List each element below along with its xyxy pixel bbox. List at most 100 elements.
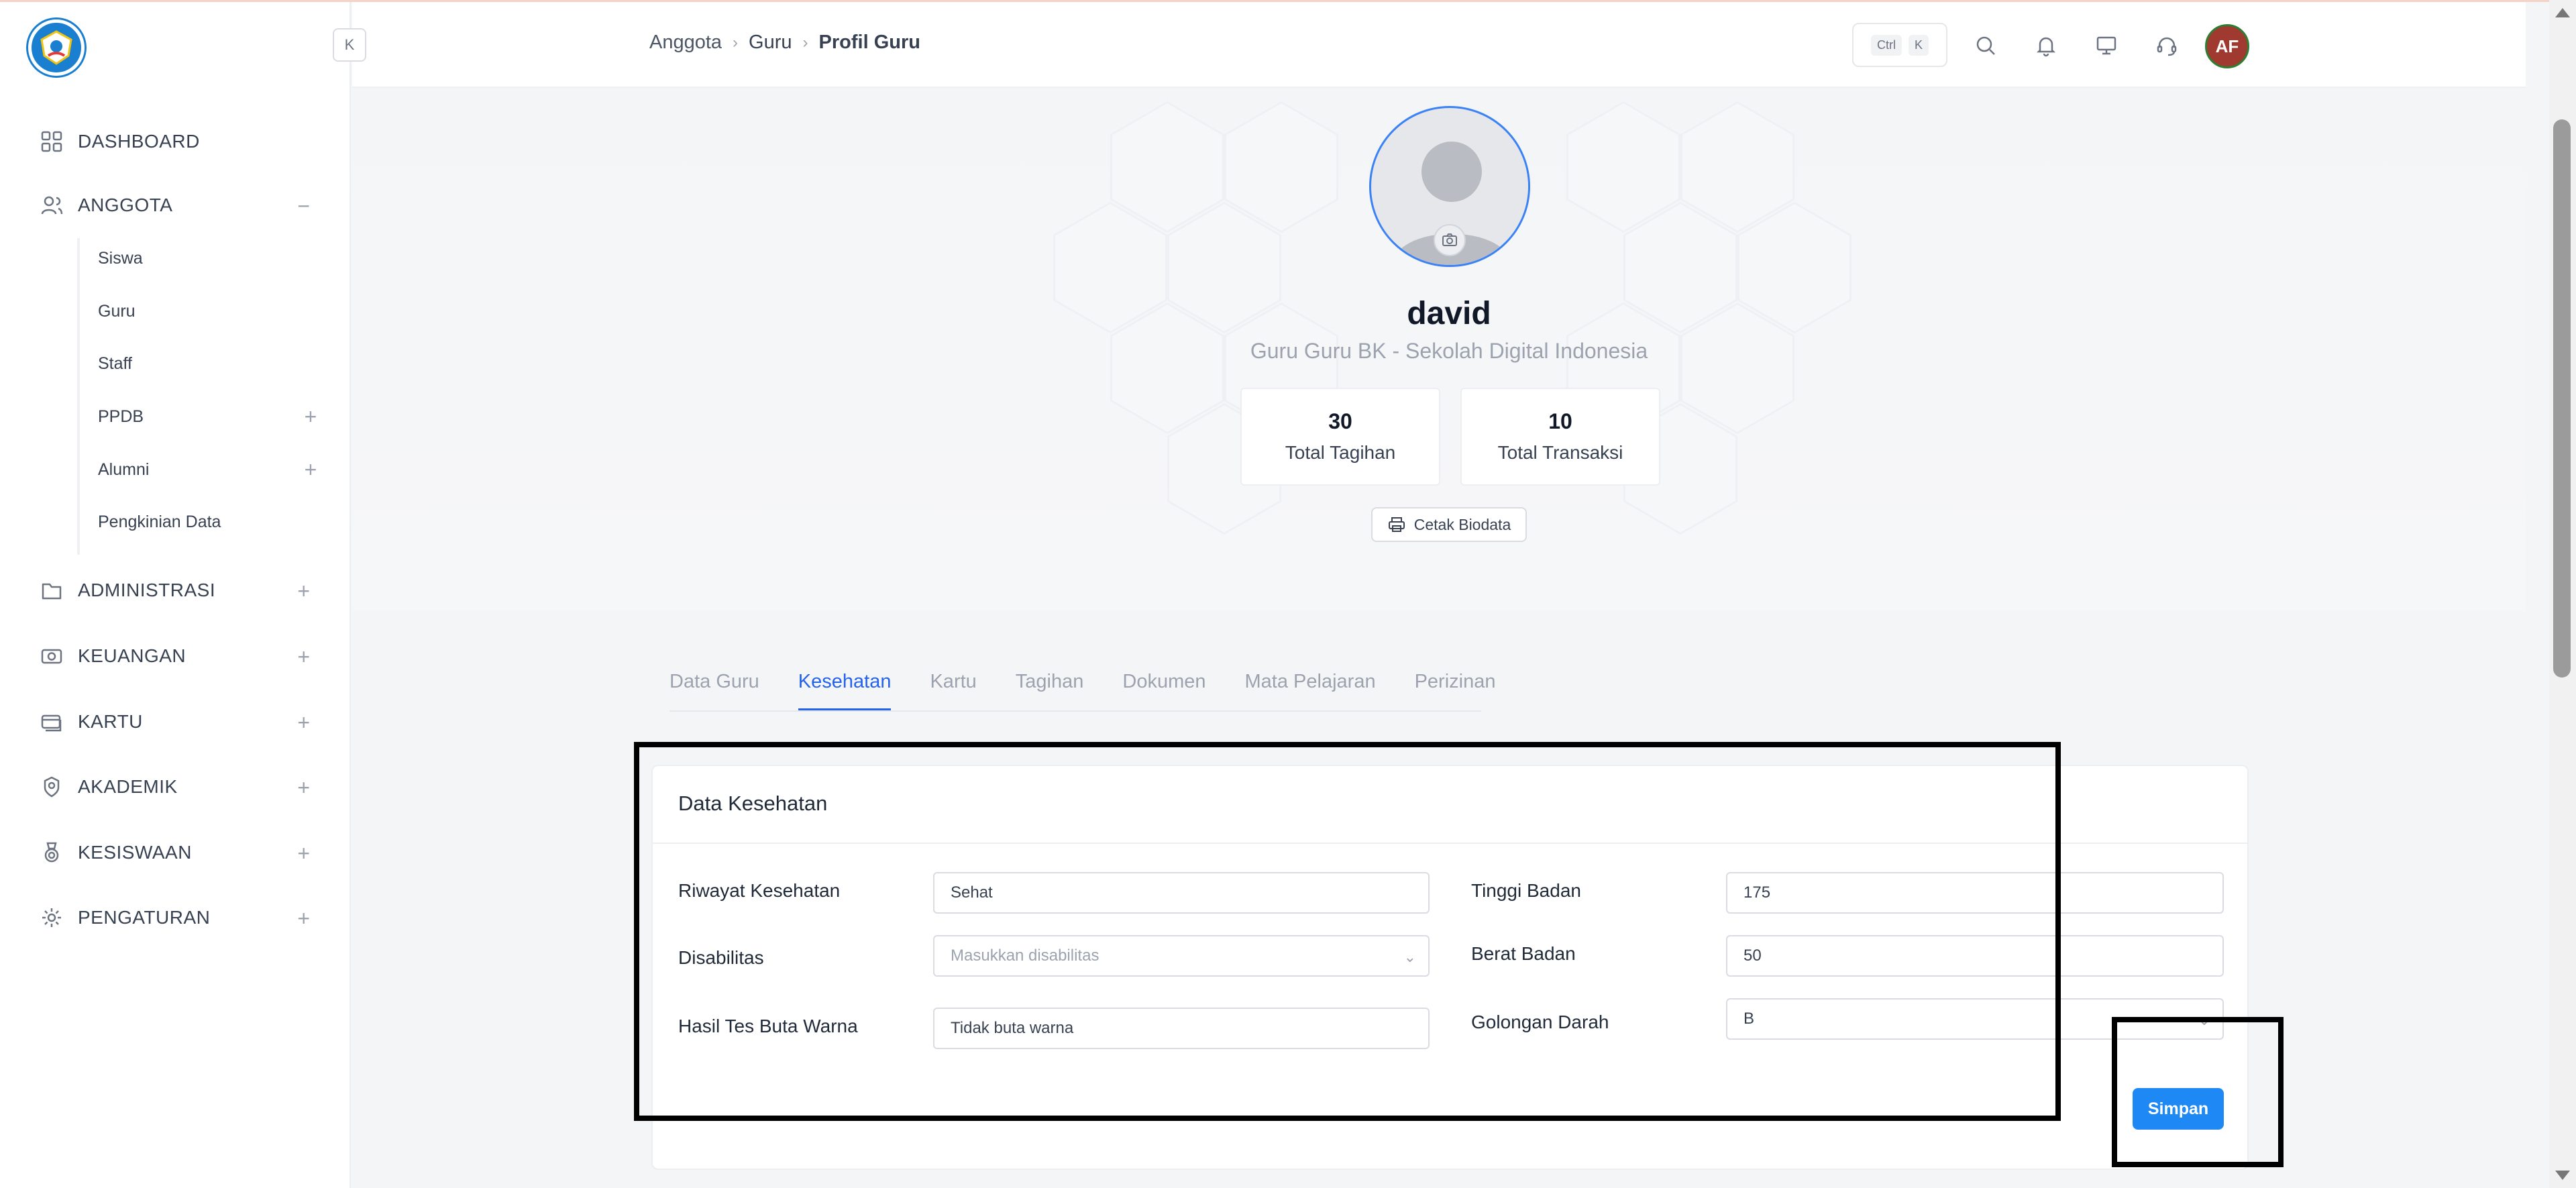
sidebar-subitem-staff[interactable]: Staff: [98, 350, 313, 377]
tabs-divider: [669, 710, 1481, 712]
subitem-label: Guru: [98, 301, 136, 321]
sidebar-item-kartu[interactable]: KARTU +: [39, 705, 310, 739]
chevron-right-icon: ›: [733, 33, 739, 52]
save-button[interactable]: Simpan: [2133, 1088, 2224, 1130]
expand-toggle-icon[interactable]: +: [292, 906, 315, 931]
sidebar-item-label: KESISWAAN: [78, 842, 192, 863]
sidebar-subitem-guru[interactable]: Guru: [98, 298, 313, 325]
scrollbar-thumb[interactable]: [2553, 119, 2571, 678]
breadcrumb-guru[interactable]: Guru: [749, 32, 792, 54]
stat-value: 10: [1548, 409, 1572, 433]
expand-toggle-icon[interactable]: +: [292, 579, 315, 604]
berat-badan-input[interactable]: 50: [1726, 935, 2224, 977]
tinggi-badan-label: Tinggi Badan: [1471, 880, 1581, 901]
sidebar-item-label: ANGGOTA: [78, 195, 173, 215]
subitem-label: Pengkinian Data: [98, 512, 221, 531]
sidebar-item-akademik[interactable]: AKADEMIK +: [39, 770, 310, 804]
camera-money-icon: [39, 643, 64, 669]
expand-toggle-icon[interactable]: +: [299, 404, 322, 429]
sidebar-item-kesiswaan[interactable]: KESISWAAN +: [39, 836, 310, 869]
award-icon: [39, 774, 64, 800]
card-icon: [39, 709, 64, 735]
monitor-icon[interactable]: [2090, 29, 2123, 62]
profile-subtitle: Guru Guru BK - Sekolah Digital Indonesia: [1250, 339, 1648, 363]
headset-icon[interactable]: [2150, 29, 2184, 62]
breadcrumb-anggota[interactable]: Anggota: [649, 32, 722, 54]
tab-kartu[interactable]: Kartu: [930, 665, 976, 711]
sidebar-item-label: AKADEMIK: [78, 776, 178, 797]
tab-tagihan[interactable]: Tagihan: [1016, 665, 1084, 711]
health-data-card: Data Kesehatan Riwayat Kesehatan Sehat D…: [651, 765, 2249, 1170]
chevron-down-icon: ⌄: [2198, 1012, 2210, 1028]
golongan-darah-select[interactable]: B ⌄: [1726, 998, 2224, 1040]
stat-value: 30: [1328, 409, 1352, 433]
sidebar-item-label: KEUANGAN: [78, 645, 186, 666]
tab-dokumen[interactable]: Dokumen: [1122, 665, 1205, 711]
grid-icon: [39, 129, 64, 154]
sidebar-subitem-siswa[interactable]: Siswa: [98, 245, 313, 272]
profile-tabs: Data Guru Kesehatan Kartu Tagihan Dokume…: [669, 665, 1534, 712]
stat-total-transaksi: 10 Total Transaksi: [1460, 388, 1660, 486]
k-key: K: [1908, 34, 1929, 56]
card-divider: [653, 843, 2247, 844]
sidebar-item-label: ADMINISTRASI: [78, 580, 216, 600]
expand-toggle-icon[interactable]: +: [292, 710, 315, 735]
disabilitas-select[interactable]: Masukkan disabilitas ⌄: [933, 935, 1430, 977]
search-shortcut-button[interactable]: Ctrl K: [1852, 23, 1947, 67]
sidebar-item-administrasi[interactable]: ADMINISTRASI +: [39, 574, 310, 607]
sidebar-collapse-button[interactable]: K: [333, 28, 366, 62]
printer-icon: [1388, 517, 1405, 532]
tinggi-badan-input[interactable]: 175: [1726, 872, 2224, 914]
tab-data-guru[interactable]: Data Guru: [669, 665, 759, 711]
sidebar-item-pengaturan[interactable]: PENGATURAN +: [39, 901, 310, 934]
sidebar-item-keuangan[interactable]: KEUANGAN +: [39, 639, 310, 673]
card-title: Data Kesehatan: [678, 792, 828, 815]
buta-warna-label: Hasil Tes Buta Warna: [678, 1016, 858, 1036]
collapse-toggle-icon[interactable]: −: [292, 194, 315, 219]
tab-kesehatan[interactable]: Kesehatan: [798, 665, 892, 711]
sidebar-item-dashboard[interactable]: DASHBOARD: [39, 125, 307, 158]
sidebar-subitem-alumni[interactable]: Alumni +: [98, 456, 317, 483]
ctrl-key: Ctrl: [1870, 34, 1902, 56]
subitem-label: Siswa: [98, 248, 143, 268]
bell-icon[interactable]: [2029, 29, 2063, 62]
subitem-label: Alumni: [98, 460, 150, 479]
breadcrumb: Anggota › Guru › Profil Guru: [649, 32, 920, 54]
search-icon[interactable]: [1969, 29, 2002, 62]
tab-mata-pelajaran[interactable]: Mata Pelajaran: [1245, 665, 1376, 711]
scroll-down-arrow-icon[interactable]: [2555, 1171, 2570, 1180]
riwayat-kesehatan-input[interactable]: Sehat: [933, 872, 1430, 914]
expand-toggle-icon[interactable]: +: [292, 841, 315, 866]
stat-total-tagihan: 30 Total Tagihan: [1240, 388, 1440, 486]
stat-label: Total Tagihan: [1285, 442, 1396, 463]
riwayat-kesehatan-label: Riwayat Kesehatan: [678, 880, 841, 901]
user-avatar[interactable]: AF: [2205, 24, 2249, 68]
sidebar-subitem-ppdb[interactable]: PPDB +: [98, 403, 317, 430]
medal-icon: [39, 840, 64, 865]
sidebar-item-anggota[interactable]: ANGGOTA −: [39, 188, 310, 222]
expand-toggle-icon[interactable]: +: [292, 775, 315, 800]
change-photo-camera-icon[interactable]: [1434, 224, 1466, 256]
scroll-up-arrow-icon[interactable]: [2555, 8, 2570, 17]
folder-icon: [39, 578, 64, 603]
tab-perizinan[interactable]: Perizinan: [1415, 665, 1496, 711]
berat-badan-label: Berat Badan: [1471, 943, 1576, 964]
buta-warna-input[interactable]: Tidak buta warna: [933, 1008, 1430, 1049]
profile-name: david: [1407, 296, 1491, 331]
disabilitas-label: Disabilitas: [678, 947, 764, 968]
expand-toggle-icon[interactable]: +: [292, 645, 315, 669]
sidebar-item-label: PENGATURAN: [78, 907, 211, 928]
golongan-darah-label: Golongan Darah: [1471, 1012, 1609, 1032]
sidebar-subitem-pengkinian-data[interactable]: Pengkinian Data: [98, 508, 313, 535]
print-biodata-button[interactable]: Cetak Biodata: [1371, 507, 1527, 542]
expand-toggle-icon[interactable]: +: [299, 457, 322, 482]
sidebar-item-label: DASHBOARD: [78, 131, 200, 152]
print-biodata-label: Cetak Biodata: [1413, 515, 1511, 533]
subitem-label: PPDB: [98, 407, 144, 426]
chevron-down-icon: ⌄: [1403, 949, 1416, 965]
top-header: Anggota › Guru › Profil Guru Ctrl K AF: [352, 2, 2526, 88]
submenu-guide-line: [77, 238, 80, 555]
school-logo[interactable]: [28, 19, 85, 76]
breadcrumb-profil-guru: Profil Guru: [818, 32, 920, 53]
gear-icon: [39, 905, 64, 930]
